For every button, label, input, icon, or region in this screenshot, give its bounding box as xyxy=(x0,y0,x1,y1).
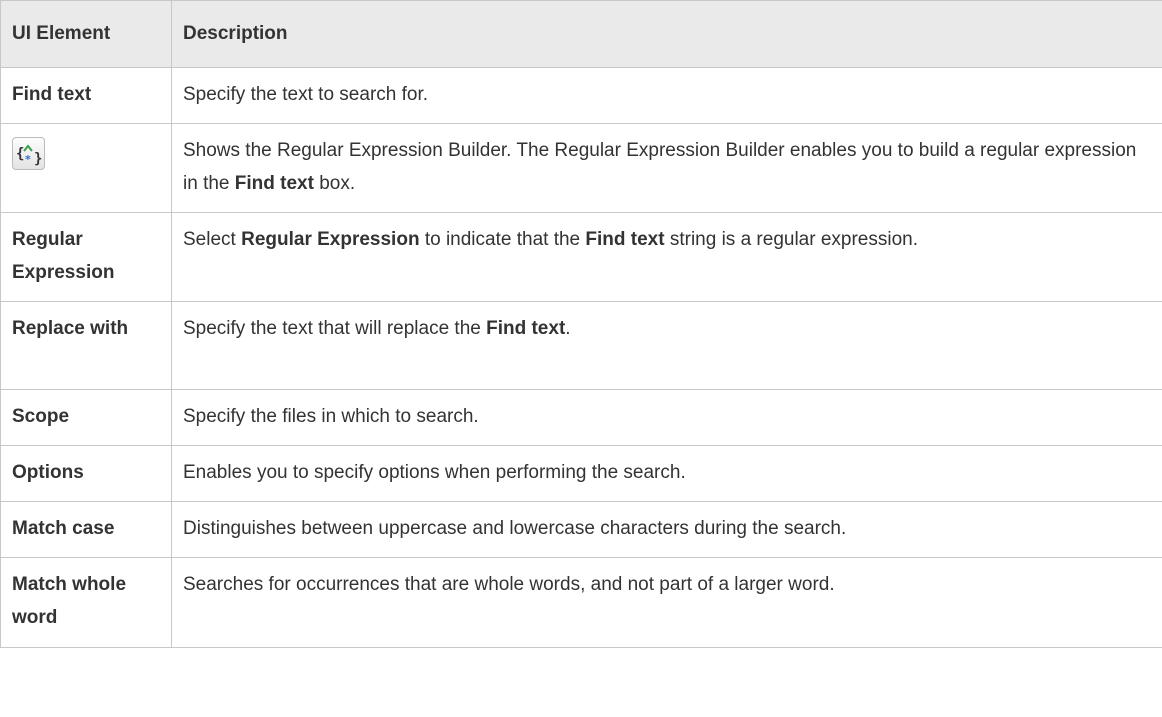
table-row: Regular Expression Select Regular Expres… xyxy=(0,212,1162,302)
element-find-text: Find text xyxy=(0,67,172,124)
description-regular-expression: Select Regular Expression to indicate th… xyxy=(171,212,1162,302)
regex-builder-icon-glyph: { } * xyxy=(16,144,42,167)
table-row: Options Enables you to specify options w… xyxy=(0,445,1162,502)
description-match-whole-word: Searches for occurrences that are whole … xyxy=(171,557,1162,648)
element-replace-with: Replace with xyxy=(0,301,172,390)
description-scope: Specify the files in which to search. xyxy=(171,389,1162,446)
table-row: Match case Distinguishes between upperca… xyxy=(0,501,1162,558)
header-ui-element: UI Element xyxy=(0,0,172,68)
description-regex-builder: Shows the Regular Expression Builder. Th… xyxy=(171,123,1162,213)
table-row: Scope Specify the files in which to sear… xyxy=(0,389,1162,446)
table-row: Replace with Specify the text that will … xyxy=(0,301,1162,390)
element-match-case: Match case xyxy=(0,501,172,558)
header-description: Description xyxy=(171,0,1162,68)
table-row: Match whole word Searches for occurrence… xyxy=(0,557,1162,648)
ui-element-table: UI Element Description Find text Specify… xyxy=(0,0,1162,648)
svg-text:}: } xyxy=(34,151,42,167)
element-regex-builder: { } * xyxy=(0,123,172,213)
regex-builder-icon[interactable]: { } * xyxy=(12,137,45,170)
table-row: { } * Shows the Regular Expression Build… xyxy=(0,123,1162,213)
element-options: Options xyxy=(0,445,172,502)
svg-text:*: * xyxy=(25,153,31,166)
table-row: Find text Specify the text to search for… xyxy=(0,67,1162,124)
element-regular-expression: Regular Expression xyxy=(0,212,172,302)
element-match-whole-word: Match whole word xyxy=(0,557,172,648)
description-replace-with: Specify the text that will replace the F… xyxy=(171,301,1162,390)
table-header-row: UI Element Description xyxy=(0,0,1162,68)
svg-text:{: { xyxy=(16,146,24,162)
description-match-case: Distinguishes between uppercase and lowe… xyxy=(171,501,1162,558)
description-options: Enables you to specify options when perf… xyxy=(171,445,1162,502)
description-find-text: Specify the text to search for. xyxy=(171,67,1162,124)
element-scope: Scope xyxy=(0,389,172,446)
